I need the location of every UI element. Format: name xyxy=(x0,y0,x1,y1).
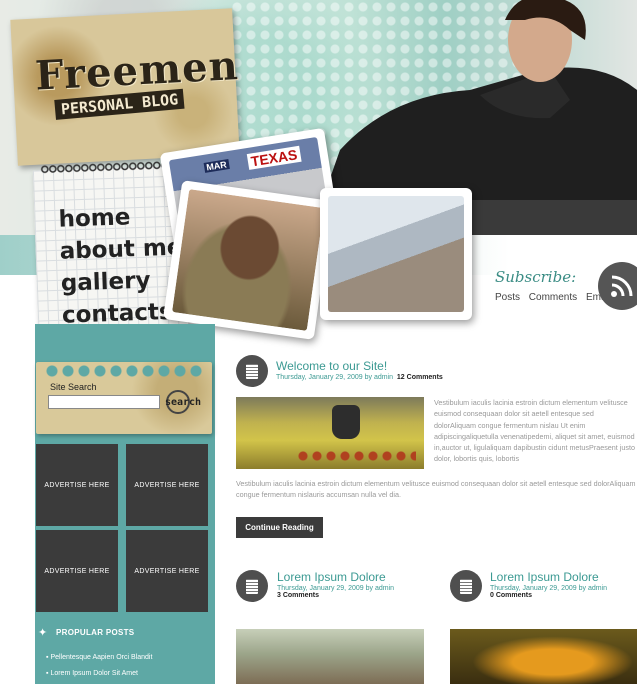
ad-slot[interactable]: ADVERTISE HERE xyxy=(36,530,118,612)
leaf-icon: ✦ xyxy=(38,627,48,639)
featured-excerpt: Vestibulum iaculis lacinia estroin dictu… xyxy=(236,479,636,500)
subscribe-posts-link[interactable]: Posts xyxy=(495,292,520,303)
popular-post-link[interactable]: Pellentesque Aapien Orci Blandit xyxy=(46,652,152,668)
post-date: Thursday, January 29, 2009 by xyxy=(277,585,373,592)
post-date: Thursday, January 29, 2009 by xyxy=(276,374,372,381)
nav-item-about-me[interactable]: about me xyxy=(59,232,183,268)
post-comments[interactable]: 12 Comments xyxy=(397,374,443,381)
featured-post-title[interactable]: Welcome to our Site! xyxy=(276,359,387,373)
post-author[interactable]: admin xyxy=(375,585,394,592)
post-date: Thursday, January 29, 2009 by xyxy=(490,585,586,592)
search-button-label: search xyxy=(164,396,202,408)
photo-man xyxy=(162,180,334,340)
popular-posts-title: PROPULAR POSTS xyxy=(56,628,135,637)
post-meta: Thursday, January 29, 2009 by admin 0 Co… xyxy=(490,585,607,599)
search-label: Site Search xyxy=(50,382,97,392)
post-title[interactable]: Lorem Ipsum Dolore xyxy=(490,570,599,584)
post-meta: Thursday, January 29, 2009 by admin 3 Co… xyxy=(277,585,394,599)
subscribe-comments-link[interactable]: Comments xyxy=(529,292,577,303)
texas-sign-text: TEXAS xyxy=(246,145,302,170)
ad-slot[interactable]: ADVERTISE HERE xyxy=(126,530,208,612)
hanging-shoes xyxy=(332,405,360,439)
featured-excerpt-side: Vestibulum iaculis lacinia estroin dictu… xyxy=(434,398,635,464)
post-thumbnail[interactable] xyxy=(236,629,424,684)
site-logo[interactable]: Freemen PERSONAL BLOG xyxy=(10,8,240,166)
post-thumbnail[interactable] xyxy=(450,629,637,684)
featured-post-image[interactable] xyxy=(236,397,424,469)
search-input[interactable] xyxy=(48,395,160,409)
photo-band-image xyxy=(328,196,464,312)
featured-post-meta: Thursday, January 29, 2009 by admin 12 C… xyxy=(276,374,443,381)
post-title[interactable]: Lorem Ipsum Dolore xyxy=(277,570,386,584)
mar-sign-text: MAR xyxy=(203,159,230,173)
post-author[interactable]: admin xyxy=(588,585,607,592)
post-document-icon xyxy=(236,570,268,602)
photo-man-image xyxy=(172,189,324,331)
rss-glyph xyxy=(611,275,633,297)
ad-slot[interactable]: ADVERTISE HERE xyxy=(36,444,118,526)
popular-posts-list: Pellentesque Aapien Orci Blandit Lorem I… xyxy=(46,652,152,684)
post-comments[interactable]: 3 Comments xyxy=(277,592,319,599)
search-button[interactable]: search xyxy=(164,388,202,416)
logo-title: Freemen xyxy=(34,42,240,100)
post-author[interactable]: admin xyxy=(374,374,393,381)
search-panel: Site Search search xyxy=(36,362,212,434)
popular-post-link[interactable]: Lorem Ipsum Dolor Sit Amet xyxy=(46,668,152,684)
post-comments[interactable]: 0 Comments xyxy=(490,592,532,599)
ad-slot[interactable]: ADVERTISE HERE xyxy=(126,444,208,526)
post-document-icon xyxy=(450,570,482,602)
photo-band xyxy=(320,188,472,320)
autumn-leaves xyxy=(296,449,416,463)
post-document-icon xyxy=(236,355,268,387)
paper-holes xyxy=(44,364,204,378)
continue-reading-button[interactable]: Continue Reading xyxy=(236,517,323,538)
nav-item-home[interactable]: home xyxy=(58,200,182,236)
